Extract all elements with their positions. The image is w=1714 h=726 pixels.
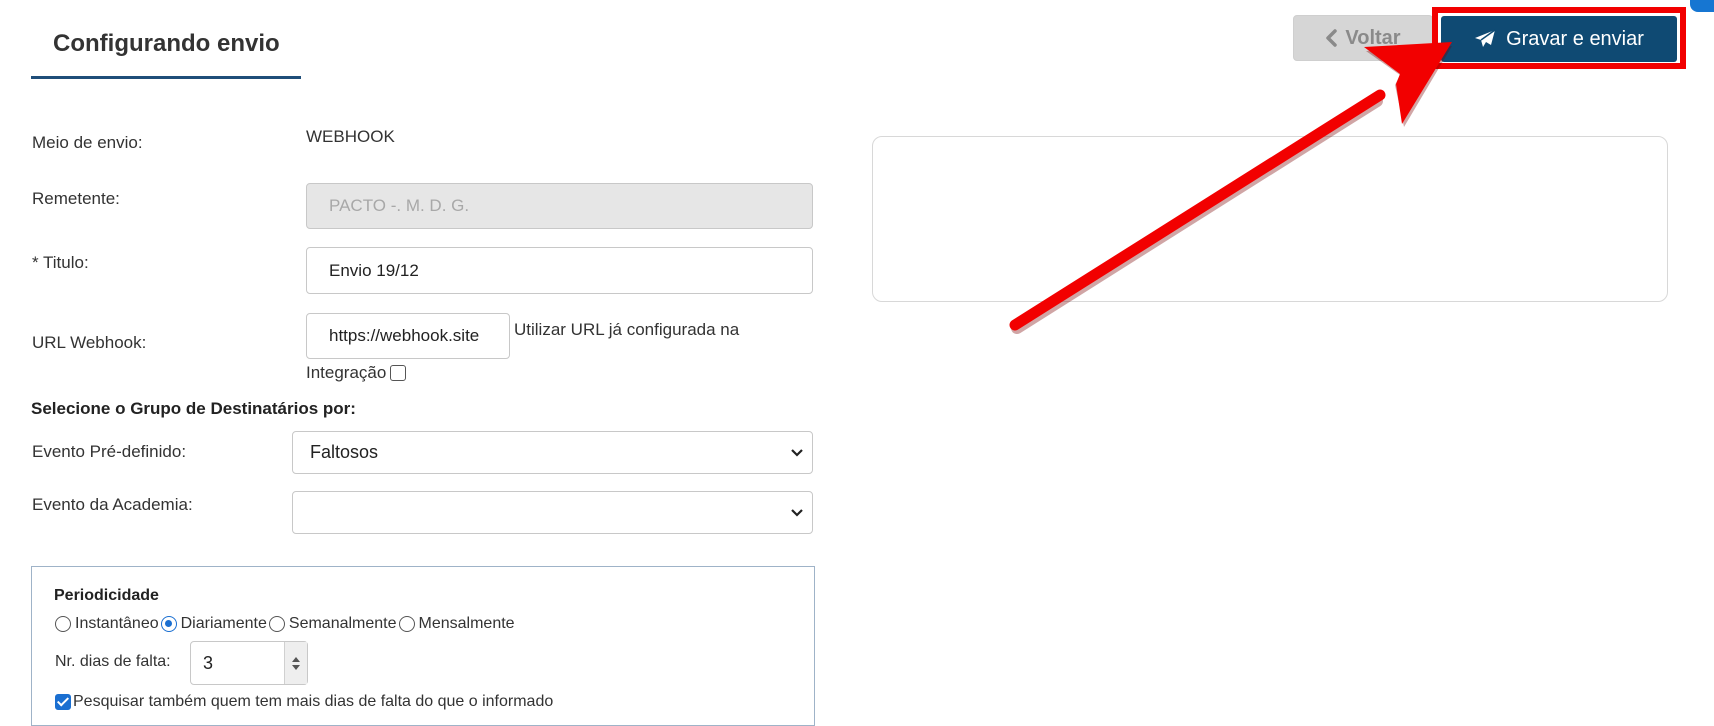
radio-mensalmente-label: Mensalmente — [418, 615, 515, 632]
titulo-field[interactable]: Envio 19/12 — [306, 247, 813, 294]
meio-envio-value: WEBHOOK — [306, 127, 395, 146]
evento-predefinido-select[interactable]: Faltosos — [292, 431, 813, 474]
dias-falta-input[interactable]: 3 — [190, 641, 308, 685]
meio-envio-label: Meio de envio: — [32, 133, 143, 152]
remetente-label: Remetente: — [32, 189, 120, 208]
radio-semanalmente-input[interactable] — [268, 616, 285, 632]
periodicidade-title: Periodicidade — [54, 587, 159, 604]
pesquisar-label: Pesquisar também quem tem mais dias de f… — [73, 693, 554, 710]
dias-falta-label: Nr. dias de falta: — [55, 653, 171, 670]
annotation-highlight-box — [1432, 7, 1686, 69]
evento-predefinido-label: Evento Pré-definido: — [32, 442, 187, 461]
pesquisar-row: Pesquisar também quem tem mais dias de f… — [55, 693, 553, 711]
corner-badge[interactable] — [1690, 0, 1714, 12]
back-button[interactable]: Voltar — [1293, 15, 1433, 61]
chevron-down-icon — [791, 448, 803, 457]
integracao-label: Integração — [306, 363, 387, 382]
radio-diariamente[interactable]: Diariamente — [160, 615, 267, 633]
radio-mensalmente[interactable]: Mensalmente — [398, 615, 515, 633]
remetente-value: PACTO -. M. D. G. — [329, 196, 470, 215]
radio-instantaneo[interactable]: Instantâneo — [55, 615, 159, 633]
number-spinner[interactable] — [284, 642, 307, 684]
use-configured-url-checkbox[interactable] — [390, 365, 407, 381]
chevron-left-icon — [1326, 29, 1338, 47]
url-webhook-field[interactable]: https://webhook.site — [306, 313, 510, 359]
radio-mensalmente-input[interactable] — [398, 616, 415, 632]
remetente-field: PACTO -. M. D. G. — [306, 183, 813, 229]
radio-semanalmente-label: Semanalmente — [288, 615, 397, 632]
chevron-down-icon — [791, 508, 803, 517]
radio-diariamente-input[interactable] — [160, 616, 177, 632]
periodicidade-options: Instantâneo Diariamente Semanalmente Men… — [55, 615, 517, 633]
back-button-label: Voltar — [1345, 26, 1401, 49]
page-title: Configurando envio — [53, 30, 280, 57]
use-configured-url-label: Utilizar URL já configurada na — [514, 320, 740, 339]
radio-instantaneo-input[interactable] — [55, 616, 71, 632]
url-webhook-label: URL Webhook: — [32, 333, 147, 352]
dias-falta-value: 3 — [203, 653, 214, 673]
pesquisar-checkbox[interactable] — [55, 694, 71, 710]
radio-semanalmente[interactable]: Semanalmente — [268, 615, 397, 633]
integracao-row: Integração — [306, 363, 407, 383]
titulo-value: Envio 19/12 — [329, 260, 419, 280]
radio-instantaneo-label: Instantâneo — [75, 615, 159, 632]
evento-predefinido-value: Faltosos — [310, 442, 379, 462]
radio-diariamente-label: Diariamente — [180, 615, 267, 632]
evento-academia-label: Evento da Academia: — [32, 495, 193, 514]
url-webhook-value: https://webhook.site — [329, 326, 480, 345]
recipients-section-title: Selecione o Grupo de Destinatários por: — [31, 399, 356, 418]
titulo-label: * Titulo: — [32, 253, 89, 272]
evento-academia-select[interactable] — [292, 491, 813, 534]
preview-panel — [872, 136, 1668, 302]
